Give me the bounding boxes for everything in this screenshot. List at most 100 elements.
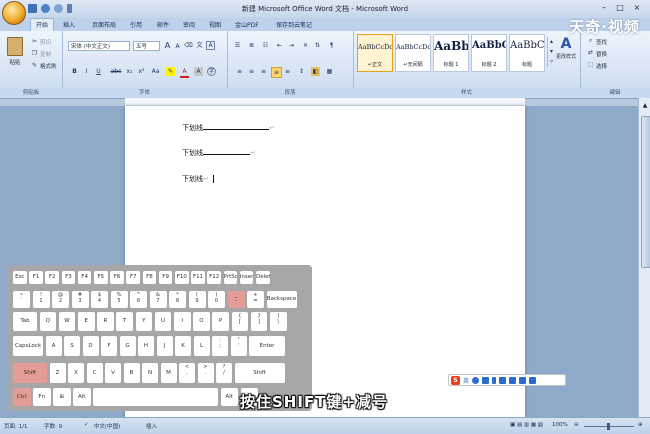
subscript-button[interactable]: x₂ xyxy=(125,67,134,76)
key[interactable]: Tab xyxy=(13,312,37,331)
bullets-icon[interactable]: ☰ xyxy=(233,41,242,50)
maximize-button[interactable]: □ xyxy=(613,2,627,14)
key[interactable]: F xyxy=(101,336,117,356)
underline-button[interactable]: U xyxy=(94,67,103,76)
key[interactable]: F6 xyxy=(110,271,124,284)
moon-icon[interactable] xyxy=(472,376,480,384)
key[interactable]: @ 2 xyxy=(52,291,69,308)
key[interactable]: X xyxy=(68,363,84,383)
format-painter-button[interactable]: 格式刷 xyxy=(40,62,57,70)
key[interactable]: # 3 xyxy=(71,291,89,308)
vertical-scrollbar[interactable]: ▲ xyxy=(638,98,650,417)
align-right-icon[interactable]: ≡ xyxy=(259,67,268,76)
select-icon[interactable]: ⬚ xyxy=(586,60,595,69)
key[interactable]: : ; xyxy=(212,336,228,356)
key[interactable]: Insert xyxy=(239,271,254,284)
key[interactable]: ⊞ xyxy=(53,388,71,406)
key[interactable]: Z xyxy=(49,363,66,383)
key[interactable]: M xyxy=(160,363,177,383)
key[interactable]: O xyxy=(193,312,210,331)
key[interactable]: F4 xyxy=(77,271,92,284)
tab-view[interactable]: 视图 xyxy=(209,20,221,29)
tab-page-layout[interactable]: 页面布局 xyxy=(92,20,116,29)
copy-button[interactable]: 复制 xyxy=(40,50,51,58)
show-marks-icon[interactable]: ¶ xyxy=(327,41,336,50)
tab-kingsoft-pdf[interactable]: 金山PDF xyxy=(235,20,259,29)
insert-mode[interactable]: 插入 xyxy=(146,422,157,430)
superscript-button[interactable]: x² xyxy=(137,67,146,76)
zoom-slider-thumb[interactable] xyxy=(607,423,610,430)
key[interactable]: & 7 xyxy=(149,291,167,308)
keyboard-icon[interactable] xyxy=(499,376,507,384)
strikethrough-button[interactable]: abc xyxy=(110,67,122,76)
multilevel-list-icon[interactable]: ☷ xyxy=(261,41,270,50)
key[interactable]: ^ 6 xyxy=(130,291,147,308)
font-name-select[interactable]: 宋体 (中文正文) xyxy=(68,41,130,51)
key[interactable]: F9 xyxy=(158,271,173,284)
key[interactable]: I xyxy=(173,312,191,331)
key[interactable]: R xyxy=(97,312,114,331)
zoom-in-icon[interactable]: ⊕ xyxy=(638,422,643,428)
font-size-select[interactable]: 五号 xyxy=(133,41,160,51)
distributed-icon[interactable]: ≡ xyxy=(283,67,292,76)
cut-button[interactable]: 剪切 xyxy=(40,38,51,46)
align-center-icon[interactable]: ≡ xyxy=(247,67,256,76)
increase-indent-icon[interactable]: ⇥ xyxy=(287,41,296,50)
scroll-up-icon[interactable]: ▲ xyxy=(639,102,650,109)
phonetic-guide-icon[interactable]: 文 xyxy=(195,41,204,50)
key[interactable]: Alt xyxy=(73,388,91,406)
language-status[interactable]: 中文(中国) xyxy=(94,422,120,430)
borders-icon[interactable]: ▦ xyxy=(325,67,334,76)
office-button[interactable] xyxy=(2,1,26,25)
menu-icon[interactable] xyxy=(529,376,537,384)
key[interactable]: _ - xyxy=(227,291,245,308)
justify-icon[interactable]: ≡ xyxy=(271,67,282,78)
align-left-icon[interactable]: ≡ xyxy=(235,67,244,76)
paste-button[interactable]: 粘贴 xyxy=(6,37,24,73)
document-line[interactable]: 下划线↵ xyxy=(182,123,275,133)
key[interactable]: ) 0 xyxy=(208,291,225,308)
shrink-font-icon[interactable]: A xyxy=(173,42,182,51)
key[interactable]: " ' xyxy=(230,336,247,356)
font-color-button[interactable]: A xyxy=(180,67,189,78)
key[interactable]: Alt xyxy=(220,388,238,406)
key[interactable]: P xyxy=(212,312,229,331)
key[interactable]: F3 xyxy=(61,271,76,284)
key[interactable]: K xyxy=(175,336,191,356)
tab-insert[interactable]: 插入 xyxy=(63,20,75,29)
style-heading-2[interactable]: AaBbC 标题 2 xyxy=(471,34,507,72)
key[interactable]: B xyxy=(123,363,140,383)
ime-mode[interactable]: 英 xyxy=(463,376,469,385)
find-button[interactable]: 查找 xyxy=(596,38,607,46)
find-icon[interactable]: ⌕ xyxy=(586,36,595,45)
key[interactable]: * 8 xyxy=(169,291,186,308)
key[interactable]: D xyxy=(82,336,99,356)
document-line[interactable]: 下划线↵ xyxy=(182,148,256,158)
key[interactable]: | \ xyxy=(269,312,287,331)
key[interactable]: S xyxy=(64,336,80,356)
replace-icon[interactable]: ⇄ xyxy=(586,48,595,57)
replace-button[interactable]: 替换 xyxy=(596,50,607,58)
key[interactable]: T xyxy=(116,312,133,331)
key[interactable]: > . xyxy=(197,363,214,383)
key[interactable]: % 5 xyxy=(110,291,128,308)
style-heading-1[interactable]: AaBb 标题 1 xyxy=(433,34,469,72)
key[interactable]: < , xyxy=(179,363,195,383)
key[interactable]: F10 xyxy=(175,271,189,284)
chinese-layout-icon[interactable]: ✕ xyxy=(301,41,310,50)
skin-icon[interactable] xyxy=(509,376,517,384)
key[interactable]: Y xyxy=(135,312,153,331)
proofing-icon[interactable]: ✓ xyxy=(84,422,89,428)
key[interactable]: } ] xyxy=(250,312,268,331)
zoom-level[interactable]: 100% xyxy=(552,422,568,428)
key[interactable]: { [ xyxy=(231,312,249,331)
change-styles-button[interactable]: A 更改样式 xyxy=(552,35,580,60)
key[interactable]: Enter xyxy=(249,336,285,356)
close-button[interactable]: × xyxy=(630,2,644,14)
toolbox-icon[interactable] xyxy=(519,376,527,384)
style-title[interactable]: AaBbC 标题 xyxy=(509,34,545,72)
key[interactable]: V xyxy=(105,363,121,383)
key[interactable]: CapsLock xyxy=(13,336,43,356)
key[interactable]: U xyxy=(154,312,172,331)
key[interactable]: Ctrl xyxy=(13,388,31,406)
